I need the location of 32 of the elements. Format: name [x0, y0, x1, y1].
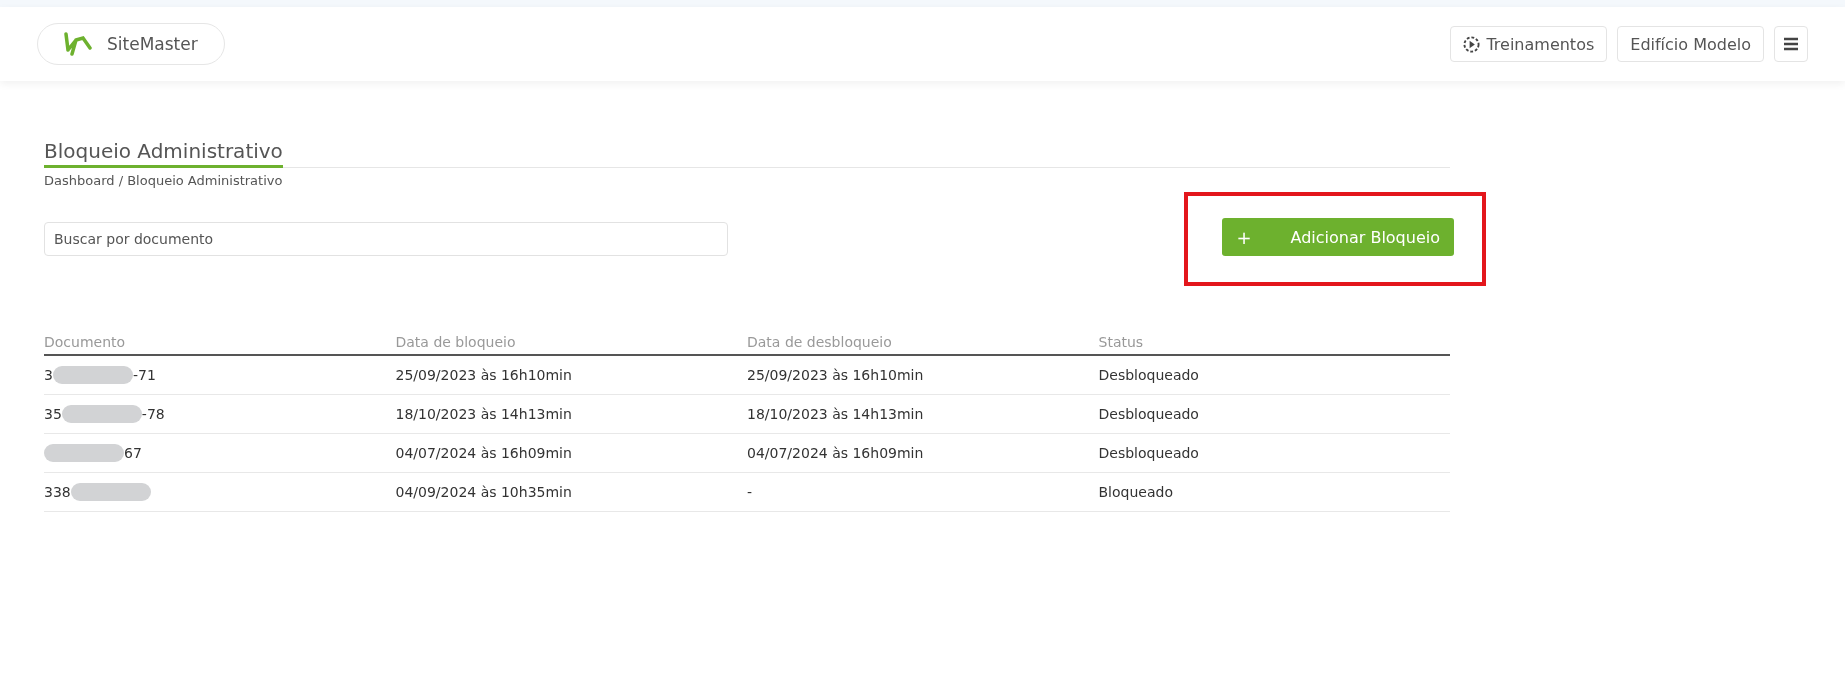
search-field[interactable]: Buscar por documento: [44, 222, 728, 256]
page-title: Bloqueio Administrativo: [44, 139, 283, 168]
column-header: Documento: [44, 330, 396, 355]
breadcrumb[interactable]: Dashboard / Bloqueio Administrativo: [44, 173, 1450, 188]
play-icon: [1463, 35, 1481, 53]
menu-button[interactable]: [1774, 26, 1808, 62]
table-cell: 25/09/2023 às 16h10min: [395, 355, 747, 395]
document-text: 338: [44, 484, 71, 500]
menu-icon: [1783, 37, 1799, 51]
building-button[interactable]: Edifício Modelo: [1617, 26, 1764, 62]
document-text: -71: [132, 367, 156, 383]
column-header: Status: [1098, 330, 1450, 355]
table-cell: 04/07/2024 às 16h09min: [747, 433, 1099, 473]
table-cell: 25/09/2023 às 16h10min: [747, 355, 1099, 395]
column-header: Data de bloqueio: [395, 330, 747, 355]
table-cell: Desbloqueado: [1098, 433, 1450, 473]
document-text: 3: [44, 367, 53, 383]
table-cell: Bloqueado: [1098, 472, 1450, 512]
table-cell: Desbloqueado: [1098, 355, 1450, 395]
training-button[interactable]: Treinamentos: [1450, 26, 1608, 62]
table-cell: Desbloqueado: [1098, 394, 1450, 434]
table-cell: -: [747, 472, 1099, 512]
table-cell: 04/07/2024 às 16h09min: [395, 433, 747, 473]
brand-name: SiteMaster: [107, 34, 198, 54]
table-cell: 18/10/2023 às 14h13min: [747, 394, 1099, 434]
document-text: 35: [44, 406, 62, 422]
document-text: -78: [141, 406, 165, 422]
table-cell: 18/10/2023 às 14h13min: [395, 394, 747, 434]
document-text: 67: [124, 445, 142, 461]
table-cell: 04/09/2024 às 10h35min: [395, 472, 747, 512]
column-header: Data de desbloqueio: [747, 330, 1099, 355]
logo-icon: [63, 32, 93, 56]
